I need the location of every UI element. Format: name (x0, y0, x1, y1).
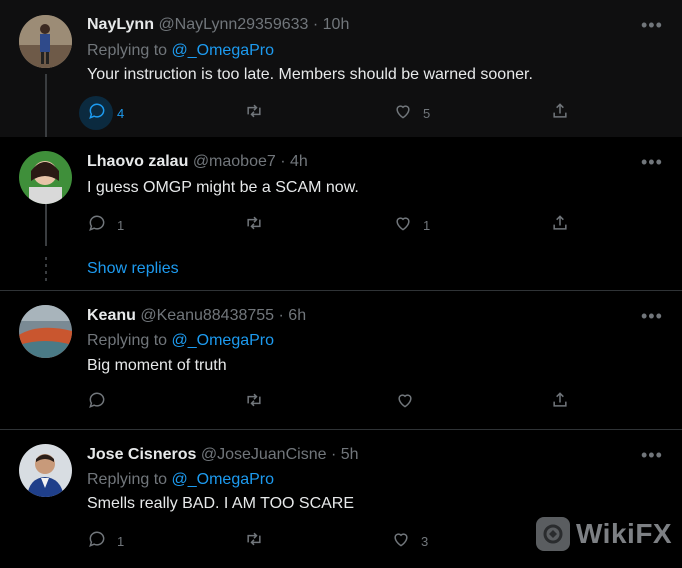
like-button[interactable]: 5 (393, 103, 430, 123)
like-count: 3 (421, 533, 429, 549)
more-icon[interactable]: ••• (641, 446, 663, 464)
tweet-header: NayLynn @NayLynn29359633 · 10h (87, 16, 349, 34)
tweet-text: Big moment of truth (87, 357, 227, 374)
separator-dot: · (330, 446, 337, 463)
timestamp[interactable]: 4h (290, 153, 308, 170)
like-icon (395, 390, 415, 415)
separator-dot: · (280, 153, 286, 170)
replying-to-label: Replying to (87, 471, 168, 488)
mention-link[interactable]: @_OmegaPro (172, 332, 275, 349)
author-name[interactable]: NayLynn (87, 16, 154, 33)
reply-icon (87, 390, 107, 415)
separator-dot: · (278, 307, 284, 324)
tweet-header: Lhaovo zalau @maoboe7 · 4h (87, 153, 308, 171)
reply-count: 1 (117, 533, 125, 549)
replying-to-label: Replying to (87, 42, 168, 59)
timestamp[interactable]: 10h (323, 16, 350, 33)
like-icon (393, 101, 413, 126)
tweet-text: Smells really BAD. I AM TOO SCARE (87, 495, 355, 512)
retweet-icon (244, 101, 264, 126)
timestamp[interactable]: 5h (341, 446, 359, 463)
author-name[interactable]: Lhaovo zalau (87, 153, 188, 170)
like-count: 1 (423, 217, 431, 233)
tweet-header: Keanu @Keanu88438755 · 6h (87, 307, 306, 325)
avatar[interactable] (19, 305, 72, 358)
mention-link[interactable]: @_OmegaPro (172, 42, 275, 59)
avatar[interactable] (19, 15, 72, 68)
more-icon[interactable]: ••• (641, 16, 663, 34)
replying-to: Replying to @_OmegaPro (87, 332, 274, 350)
reply-button[interactable] (87, 392, 107, 412)
replying-to: Replying to @_OmegaPro (87, 471, 274, 489)
retweet-icon (244, 529, 264, 554)
more-icon[interactable]: ••• (641, 153, 663, 171)
replying-to: Replying to @_OmegaPro (87, 42, 274, 60)
thread-dots (45, 257, 47, 281)
reply-button[interactable]: 1 (87, 531, 124, 551)
reply-icon (87, 529, 107, 554)
author-handle[interactable]: @Keanu88438755 (140, 307, 274, 324)
show-replies-link[interactable]: Show replies (87, 260, 179, 278)
mention-link[interactable]: @_OmegaPro (172, 471, 275, 488)
thread-line (45, 204, 47, 246)
share-icon (550, 101, 570, 126)
share-icon (550, 213, 570, 238)
watermark-text: WikiFX (576, 518, 673, 549)
share-button[interactable] (550, 390, 570, 415)
reply-count: 4 (117, 105, 125, 121)
tweet-text: Your instruction is too late. Members sh… (87, 66, 533, 83)
separator-dot: · (312, 16, 319, 33)
retweet-button[interactable] (244, 103, 264, 123)
author-handle[interactable]: @JoseJuanCisne (201, 446, 327, 463)
share-button[interactable] (550, 213, 570, 238)
retweet-icon (244, 213, 264, 238)
like-icon (393, 213, 413, 238)
tweet-header: Jose Cisneros @JoseJuanCisne · 5h (87, 446, 359, 464)
wikifx-logo-icon (536, 517, 570, 551)
avatar[interactable] (19, 151, 72, 204)
timestamp[interactable]: 6h (288, 307, 306, 324)
like-icon (391, 529, 411, 554)
like-button[interactable] (395, 392, 415, 412)
reply-count: 1 (117, 217, 125, 233)
retweet-button[interactable] (244, 392, 264, 412)
tweet-text: I guess OMGP might be a SCAM now. (87, 179, 359, 196)
like-button[interactable]: 3 (391, 531, 428, 551)
more-icon[interactable]: ••• (641, 307, 663, 325)
share-button[interactable] (550, 101, 570, 126)
reply-icon (87, 101, 107, 126)
replying-to-label: Replying to (87, 332, 168, 349)
like-count: 5 (423, 105, 431, 121)
reply-button[interactable]: 4 (87, 103, 124, 123)
thread-line (45, 74, 47, 137)
reply-button[interactable]: 1 (87, 215, 124, 235)
wikifx-watermark: WikiFX (536, 516, 672, 552)
tweet-keanu[interactable]: Keanu @Keanu88438755 · 6h ••• Replying t… (0, 291, 682, 430)
retweet-button[interactable] (244, 215, 264, 235)
share-icon (550, 390, 570, 415)
avatar[interactable] (19, 444, 72, 497)
retweet-icon (244, 390, 264, 415)
like-button[interactable]: 1 (393, 215, 430, 235)
tweet-lhaovo[interactable]: Lhaovo zalau @maoboe7 · 4h ••• I guess O… (0, 137, 682, 291)
tweet-naylynn[interactable]: NayLynn @NayLynn29359633 · 10h ••• Reply… (0, 0, 682, 137)
reply-icon (87, 213, 107, 238)
author-handle[interactable]: @NayLynn29359633 (158, 16, 308, 33)
retweet-button[interactable] (244, 531, 264, 551)
author-handle[interactable]: @maoboe7 (193, 153, 276, 170)
author-name[interactable]: Jose Cisneros (87, 446, 196, 463)
author-name[interactable]: Keanu (87, 307, 136, 324)
